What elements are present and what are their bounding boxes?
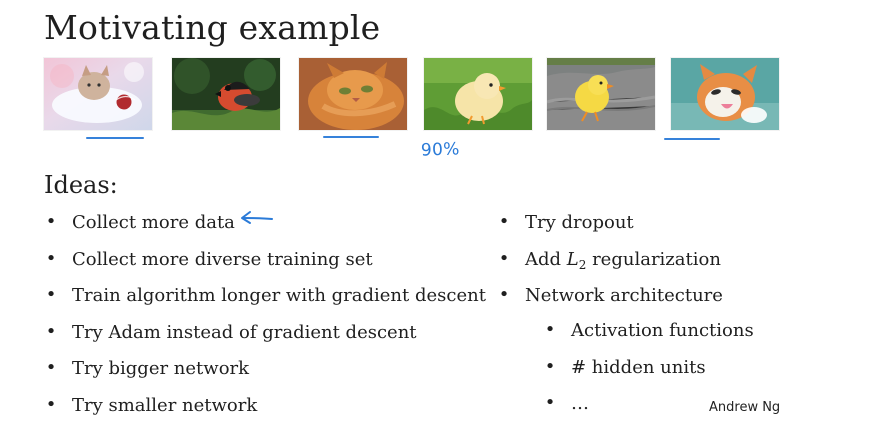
idea-subtext: Activation functions: [571, 320, 754, 341]
idea-subtext: # hidden units: [571, 356, 706, 378]
idea-text-suffix: regularization: [586, 248, 721, 270]
idea-text: Train algorithm longer with gradient des…: [72, 285, 486, 306]
bullet-icon: •: [544, 355, 556, 377]
bullet-icon: •: [498, 211, 510, 232]
idea-text: Try bigger network: [72, 358, 250, 379]
idea-text: Collect more diverse training set: [72, 248, 373, 270]
bullet-icon: •: [45, 284, 57, 305]
image-underline: [664, 138, 720, 140]
idea-subtext: …: [571, 393, 589, 414]
slide-credit: Andrew Ng: [709, 400, 781, 415]
image-underline: [86, 137, 144, 139]
ideas-heading: Ideas:: [44, 171, 118, 199]
bird-image: [172, 58, 280, 130]
chick-image: [424, 58, 532, 130]
math-subscript: 2: [578, 257, 587, 272]
chick-image: [547, 58, 655, 130]
idea-text-prefix: Add: [525, 248, 567, 270]
bullet-icon: •: [544, 319, 556, 340]
bullet-icon: •: [498, 247, 510, 269]
bullet-icon: •: [45, 211, 57, 232]
left-arrow-icon: [241, 211, 273, 224]
bullet-icon: •: [45, 247, 57, 269]
idea-text: Try Adam instead of gradient descent: [72, 321, 417, 343]
image-strip: [44, 58, 804, 132]
regularization-text: Add L2 regularization: [525, 242, 721, 280]
cat-image: [299, 58, 407, 130]
idea-text: Try dropout: [525, 212, 634, 233]
idea-text: Try smaller network: [72, 394, 258, 416]
bullet-icon: •: [45, 357, 57, 378]
accuracy-annotation: 90%: [420, 139, 461, 161]
idea-text: Network architecture: [525, 285, 723, 306]
bullet-icon: •: [45, 320, 57, 342]
slide: Motivating example 90% Ideas: • Collect …: [0, 0, 875, 433]
bullet-icon: •: [544, 392, 556, 413]
bullet-icon: •: [498, 284, 510, 305]
math-symbol: L: [566, 248, 579, 270]
image-underline: [323, 136, 379, 138]
idea-text: Collect more data: [72, 212, 235, 233]
cat-image: [671, 58, 779, 130]
bullet-icon: •: [45, 393, 57, 415]
kitten-image: [44, 58, 152, 130]
slide-title: Motivating example: [44, 8, 381, 47]
